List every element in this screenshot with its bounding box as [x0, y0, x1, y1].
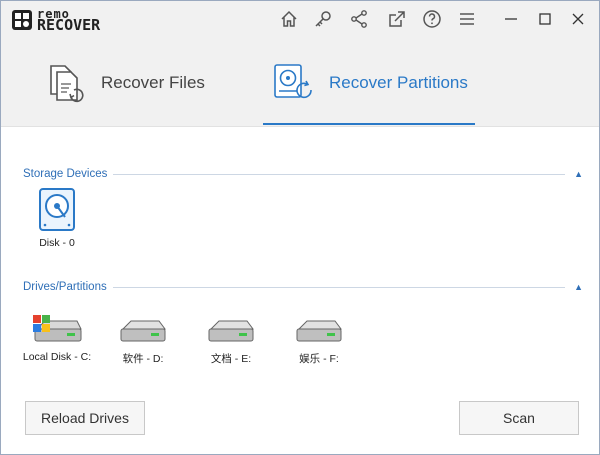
drives-partitions-header: Drives/Partitions ▲: [23, 279, 583, 295]
share-icon[interactable]: [347, 7, 371, 31]
tab-recover-files-label: Recover Files: [101, 73, 205, 92]
drive-label: 软件 - D:: [122, 353, 164, 365]
title-bar: remo RECOVER: [1, 1, 599, 39]
home-icon[interactable]: [277, 7, 301, 31]
drive-label: Local Disk - C:: [22, 351, 92, 363]
help-icon[interactable]: [420, 7, 444, 31]
collapse-up-icon[interactable]: ▲: [569, 282, 583, 292]
tab-recover-files[interactable]: Recover Files: [43, 39, 205, 127]
drive-local-disk-c[interactable]: Local Disk - C:: [17, 313, 97, 363]
mode-tabs: Recover Files Recover Partitions: [1, 39, 599, 127]
tab-recover-partitions-label: Recover Partitions: [329, 73, 468, 92]
drive-icon: [208, 320, 254, 342]
device-label: Disk - 0: [39, 237, 75, 249]
windows-drive-icon: [33, 315, 82, 342]
drive-label: 文档 - E:: [210, 353, 252, 365]
external-link-icon[interactable]: [385, 7, 409, 31]
active-tab-indicator: [263, 123, 475, 125]
reload-drives-button[interactable]: Reload Drives: [25, 401, 145, 435]
tab-recover-partitions[interactable]: Recover Partitions: [271, 39, 468, 127]
drive-d[interactable]: 软件 - D:: [113, 313, 173, 366]
close-icon[interactable]: [566, 7, 590, 31]
drives-partitions-title: Drives/Partitions: [23, 281, 107, 293]
scan-button[interactable]: Scan: [459, 401, 579, 435]
section-divider: [113, 173, 565, 175]
app-window: remo RECOVER Recover Files Recover Parti…: [0, 0, 600, 455]
drive-label: 娱乐 - F:: [299, 353, 339, 365]
key-icon[interactable]: [311, 7, 335, 31]
drive-f[interactable]: 娱乐 - F:: [289, 313, 349, 366]
menu-icon[interactable]: [455, 7, 479, 31]
storage-device-disk-0[interactable]: Disk - 0: [35, 187, 79, 249]
minimize-icon[interactable]: [499, 7, 523, 31]
drive-icon: [120, 320, 166, 342]
maximize-icon[interactable]: [533, 7, 557, 31]
app-logo: remo RECOVER: [11, 7, 100, 33]
remo-logo-icon: [12, 10, 32, 30]
storage-devices-header: Storage Devices ▲: [23, 166, 583, 182]
logo-text-bottom: RECOVER: [37, 16, 101, 34]
collapse-up-icon[interactable]: ▲: [569, 169, 583, 179]
recover-files-icon: [50, 65, 84, 103]
recover-partitions-icon: [274, 64, 312, 99]
drive-icon: [296, 320, 342, 342]
storage-devices-title: Storage Devices: [23, 168, 108, 180]
drive-e[interactable]: 文档 - E:: [201, 313, 261, 366]
hard-disk-icon: [39, 188, 75, 231]
section-divider: [112, 286, 565, 288]
